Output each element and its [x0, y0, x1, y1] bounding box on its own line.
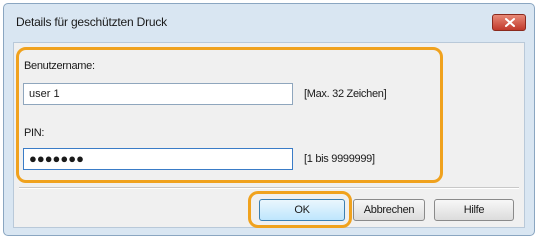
secure-print-details-dialog: Details für geschützten Druck Benutzerna… [3, 3, 535, 236]
username-hint: [Max. 32 Zeichen] [304, 88, 387, 100]
separator [19, 187, 519, 189]
pin-label: PIN: [24, 127, 45, 139]
pin-masked-value: ●●●●●●● [29, 151, 84, 166]
dialog-body: Benutzername: user 1 [Max. 32 Zeichen] P… [13, 42, 525, 228]
ok-button[interactable]: OK [259, 199, 345, 221]
help-button[interactable]: Hilfe [434, 199, 514, 221]
pin-hint: [1 bis 9999999] [304, 153, 375, 165]
username-value: user 1 [29, 88, 60, 100]
close-icon [505, 18, 515, 27]
cancel-button[interactable]: Abbrechen [353, 199, 425, 221]
username-label: Benutzername: [24, 60, 95, 72]
pin-field[interactable]: ●●●●●●● [23, 148, 293, 170]
title-bar: Details für geschützten Druck [4, 4, 534, 38]
close-button[interactable] [492, 14, 526, 31]
dialog-title: Details für geschützten Druck [16, 15, 167, 29]
username-field[interactable]: user 1 [23, 83, 293, 105]
